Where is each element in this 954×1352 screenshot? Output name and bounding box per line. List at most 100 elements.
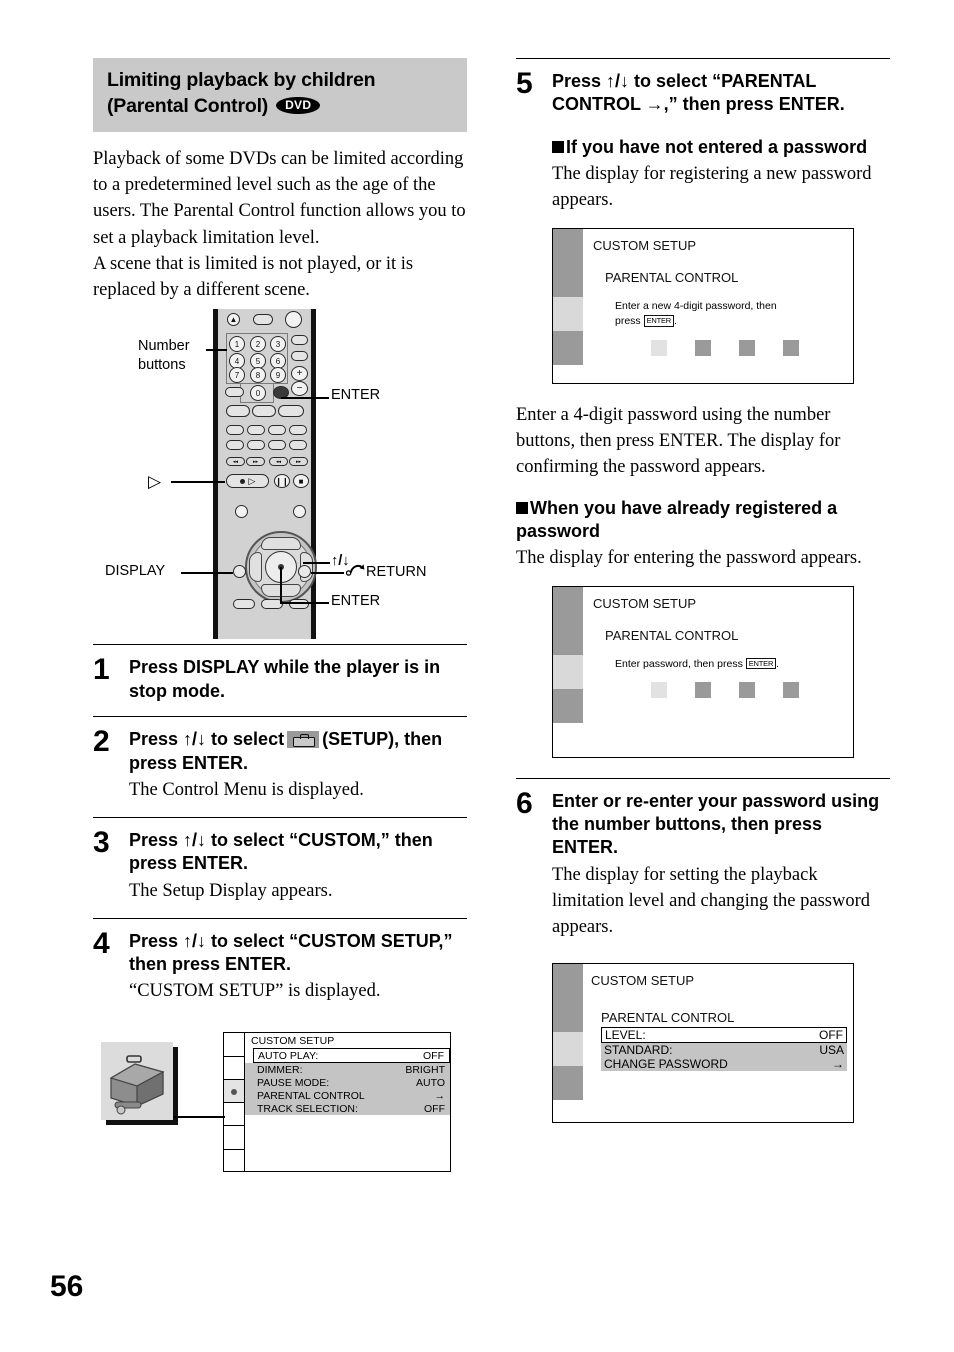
osd-new-password-digit-boxes — [593, 340, 845, 357]
label-play-icon: ▷ — [148, 472, 162, 492]
subheading-already-registered: When you have already registered a passw… — [516, 497, 838, 541]
remote-side-button-1[interactable] — [291, 335, 308, 346]
password-digit-box-2[interactable] — [695, 340, 711, 357]
scan-back-button[interactable]: ◂◂ — [269, 457, 288, 467]
osd-new-password-rail — [553, 228, 583, 383]
step-2-heading-before: Press ↑/↓ to select — [129, 729, 285, 750]
dpad-up-button[interactable] — [261, 537, 301, 551]
step-2: 2 Press ↑/↓ to select (SETUP), then press… — [93, 716, 467, 817]
section-title-line2: (Parental Control) — [107, 94, 269, 117]
step-2-heading: Press ↑/↓ to select (SETUP), then press E… — [129, 728, 467, 775]
skip-forward-button[interactable]: ▸▸ — [246, 457, 265, 467]
leader-setup-thumbnail — [173, 1116, 225, 1118]
osd-row-level-label: LEVEL: — [605, 1028, 646, 1043]
enter-password-digit-box-4[interactable] — [783, 682, 799, 699]
enter-password-digit-box-1[interactable] — [651, 682, 667, 699]
menu-row-dimmer[interactable]: DIMMER: BRIGHT — [245, 1063, 450, 1077]
enter-password-digit-box-2[interactable] — [695, 682, 711, 699]
clear-button[interactable] — [225, 387, 244, 398]
remote-top-button — [253, 314, 273, 326]
osd-row-standard[interactable]: STANDARD: USA — [601, 1043, 847, 1058]
enter-password-digit-box-3[interactable] — [739, 682, 755, 699]
setup-thumbnail-image — [101, 1042, 173, 1121]
remote-grid-button-4[interactable] — [289, 425, 307, 436]
step-5: 5 Press ↑/↓ to select “PARENTAL CONTROL … — [516, 58, 890, 130]
osd-enter-password-hint: Enter password, then press ENTER. — [615, 657, 780, 670]
menu-row-auto-play[interactable]: AUTO PLAY: OFF — [253, 1048, 450, 1064]
osd-new-password-body: CUSTOM SETUP PARENTAL CONTROL Enter a ne… — [583, 229, 853, 383]
menu-rail-cell-5 — [224, 1126, 244, 1150]
menu-rail — [223, 1032, 245, 1173]
bullet-square-icon-2 — [516, 501, 528, 514]
remote-side-button-2[interactable] — [291, 351, 308, 362]
remote-bottom-button-3[interactable] — [289, 599, 309, 610]
osd-new-password: CUSTOM SETUP PARENTAL CONTROL Enter a ne… — [552, 227, 854, 384]
custom-setup-panel: CUSTOM SETUP AUTO PLAY: OFF DIMMER: BRIG… — [245, 1032, 451, 1173]
password-digit-box-4[interactable] — [783, 340, 799, 357]
scan-forward-button[interactable]: ▸▸ — [289, 457, 308, 467]
osd-enter-rail-cell-3-selected — [553, 654, 583, 689]
remote-wide-button-2[interactable] — [252, 405, 276, 418]
remote-grid-button-5[interactable] — [226, 440, 244, 451]
osd-enter-rail-cell-1 — [553, 586, 583, 621]
remote-grid-button-8[interactable] — [289, 440, 307, 451]
osd-enter-password-title: CUSTOM SETUP — [593, 595, 697, 611]
osd-new-password-hint-line1: Enter a new 4-digit password, then — [615, 299, 777, 312]
dpad-left-button[interactable] — [249, 552, 262, 583]
menu-rail-cell-selected — [224, 1079, 244, 1104]
remote-grid-button-6[interactable] — [247, 440, 265, 451]
subheading-no-password: If you have not entered a password — [552, 136, 890, 159]
play-triangle-icon: ▷ — [248, 475, 256, 486]
osd-parental-settings: CUSTOM SETUP PARENTAL CONTROL LEVEL: OFF… — [552, 963, 854, 1124]
remote-grid-button-2[interactable] — [247, 425, 265, 436]
step-1: 1 Press DISPLAY while the player is in s… — [93, 644, 467, 716]
password-digit-box-1[interactable] — [651, 340, 667, 357]
osd-row-level[interactable]: LEVEL: OFF — [601, 1027, 847, 1044]
osd-parental-subtitle: PARENTAL CONTROL — [601, 1009, 735, 1025]
left-column: Limiting playback by children (Parental … — [93, 58, 467, 1180]
leader-number-buttons — [206, 349, 227, 351]
no-password-body: The display for registering a new passwo… — [552, 164, 872, 211]
osd-new-password-subtitle: PARENTAL CONTROL — [605, 270, 739, 286]
osd-enter-password: CUSTOM SETUP PARENTAL CONTROL Enter pass… — [552, 585, 854, 758]
menu-row-pause-mode[interactable]: PAUSE MODE: AUTO — [245, 1076, 450, 1090]
custom-setup-panel-title: CUSTOM SETUP — [251, 1035, 335, 1048]
remote-bottom-button-1[interactable] — [233, 599, 255, 610]
step-3-heading: Press ↑/↓ to select “CUSTOM,” then press… — [129, 829, 433, 874]
osd-parental-title: CUSTOM SETUP — [591, 973, 695, 989]
remote-grid-button-7[interactable] — [268, 440, 286, 451]
osd-row-change-password[interactable]: CHANGE PASSWORD → — [601, 1057, 847, 1072]
label-enter-top: ENTER — [331, 387, 381, 404]
menu-row-parental-control[interactable]: PARENTAL CONTROL → — [245, 1089, 450, 1103]
step-1-number: 1 — [93, 653, 110, 687]
play-button[interactable]: ▷ — [226, 474, 269, 489]
menu-rail-selected-dot-icon — [231, 1088, 237, 1095]
password-digit-box-3[interactable] — [739, 340, 755, 357]
custom-setup-menu-figure: CUSTOM SETUP AUTO PLAY: OFF DIMMER: BRIG… — [93, 1032, 467, 1180]
remote-grid-button-3[interactable] — [268, 425, 286, 436]
leader-play — [171, 481, 225, 483]
step-4-heading: Press ↑/↓ to select “CUSTOM SETUP,” then… — [129, 930, 453, 974]
step-4-subtext: “CUSTOM SETUP” is displayed. — [129, 981, 381, 1002]
osd-row-standard-value: USA — [819, 1043, 844, 1058]
dvd-badge: DVD — [276, 97, 321, 115]
remote-grid-button-1[interactable] — [226, 425, 244, 436]
skip-back-button[interactable]: ◂◂ — [226, 457, 245, 467]
osd-new-password-title: CUSTOM SETUP — [593, 237, 697, 253]
osd-new-password-hint: Enter a new 4-digit password, then press… — [593, 299, 845, 331]
section-title-line1: Limiting playback by children — [107, 69, 376, 91]
manual-page: Limiting playback by children (Parental … — [0, 0, 954, 1352]
step-6-heading: Enter or re-enter your password using th… — [552, 790, 880, 858]
play-led-icon — [239, 478, 245, 484]
step-1-heading: Press DISPLAY while the player is in sto… — [129, 657, 441, 701]
step-2-number: 2 — [93, 725, 110, 759]
remote-wide-button-3[interactable] — [278, 405, 304, 418]
leader-return — [311, 572, 344, 574]
osd-parental-rail — [553, 964, 583, 1122]
menu-row-track-selection[interactable]: TRACK SELECTION: OFF — [245, 1102, 450, 1116]
menu-row-track-selection-value: OFF — [424, 1102, 445, 1115]
menu-rail-cell-2 — [224, 1057, 244, 1080]
remote-wide-button-1[interactable] — [226, 405, 250, 418]
leader-display — [181, 572, 233, 574]
osd-row-level-value: OFF — [819, 1028, 843, 1043]
